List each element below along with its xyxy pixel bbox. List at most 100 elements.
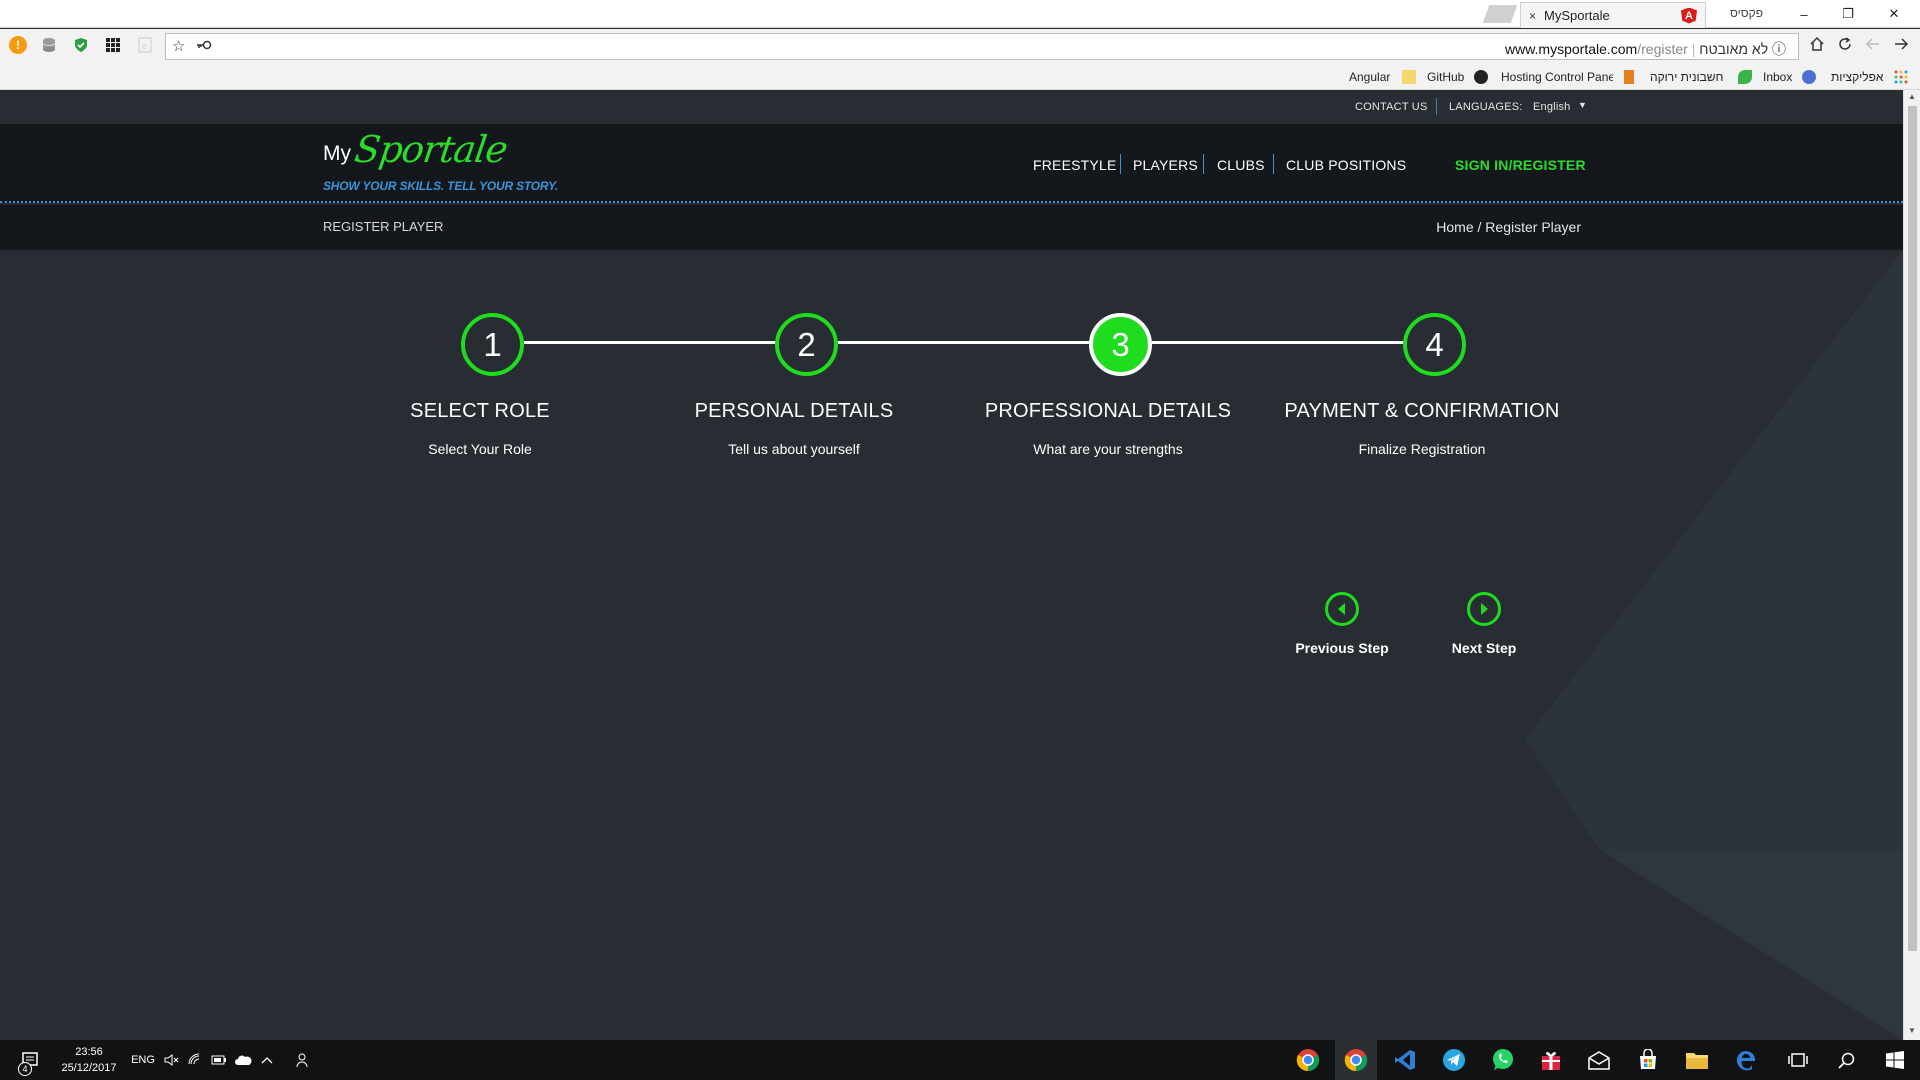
step-2-title: PERSONAL DETAILS bbox=[694, 400, 894, 422]
logo-my-text: My bbox=[323, 142, 351, 165]
nav-club-positions[interactable]: CLUB POSITIONS bbox=[1286, 157, 1406, 173]
contact-us-link[interactable]: CONTACT US bbox=[1355, 101, 1428, 113]
step-3-circle-active[interactable]: 3 bbox=[1089, 313, 1152, 376]
telegram-taskbar-icon[interactable] bbox=[1433, 1040, 1475, 1080]
battery-icon[interactable] bbox=[208, 1040, 230, 1080]
nav-freestyle[interactable]: FREESTYLE bbox=[1033, 157, 1117, 173]
vscode-taskbar-icon[interactable] bbox=[1384, 1040, 1426, 1080]
chrome-active-taskbar-icon[interactable] bbox=[1335, 1040, 1377, 1080]
chevron-left-icon[interactable] bbox=[1325, 592, 1359, 626]
bookmark-apps[interactable]: אפליקציות bbox=[1831, 70, 1883, 84]
show-hidden-icons-icon[interactable] bbox=[256, 1040, 278, 1080]
step-1-circle[interactable]: 1 bbox=[461, 313, 524, 376]
breadcrumb[interactable]: Home / Register Player bbox=[1436, 219, 1581, 235]
previous-step-button[interactable]: Previous Step bbox=[1262, 592, 1422, 656]
page-scrollbar[interactable]: ▲ ▼ bbox=[1903, 90, 1920, 1040]
grid-extension-icon[interactable] bbox=[104, 36, 122, 54]
step-4-subtitle: Finalize Registration bbox=[1358, 441, 1486, 457]
logo-sportale-text: Sportale bbox=[351, 128, 510, 171]
database-extension-icon[interactable] bbox=[40, 36, 58, 54]
scroll-up-icon[interactable]: ▲ bbox=[1908, 92, 1916, 101]
step-connector bbox=[524, 341, 776, 344]
scroll-down-icon[interactable]: ▼ bbox=[1908, 1026, 1916, 1035]
next-step-label[interactable]: Next Step bbox=[1404, 640, 1564, 656]
leaf-icon bbox=[1738, 70, 1752, 84]
bookmark-inbox[interactable]: Inbox bbox=[1763, 70, 1792, 84]
bookmark-angular[interactable]: Angular bbox=[1349, 70, 1390, 84]
url-text[interactable]: ⓘ לא מאובטח | www.mysportale.com/registe… bbox=[1505, 39, 1786, 59]
step-3-title: PROFESSIONAL DETAILS bbox=[984, 400, 1232, 422]
whatsapp-taskbar-icon[interactable] bbox=[1482, 1040, 1524, 1080]
windows-taskbar: 4 23:56 25/12/2017 ENG bbox=[0, 1040, 1920, 1080]
new-tab-button[interactable] bbox=[1482, 5, 1518, 23]
clock[interactable]: 23:56 25/12/2017 bbox=[54, 1044, 124, 1076]
address-bar[interactable]: ☆ ⓘ לא מאובטח | www.mysportale.com/regis… bbox=[165, 33, 1799, 60]
browser-tab-mysportale[interactable]: × MySportale A bbox=[1520, 2, 1706, 28]
input-language[interactable]: ENG bbox=[128, 1040, 158, 1080]
store-taskbar-icon[interactable] bbox=[1627, 1040, 1669, 1080]
bookmark-star-icon[interactable]: ☆ bbox=[172, 37, 185, 55]
action-center-icon[interactable]: 4 bbox=[10, 1040, 50, 1080]
close-window-button[interactable]: ✕ bbox=[1874, 3, 1914, 25]
notification-badge: 4 bbox=[18, 1062, 32, 1076]
next-step-button[interactable]: Next Step bbox=[1404, 592, 1564, 656]
step-connector bbox=[1152, 341, 1404, 344]
restore-button[interactable]: ❐ bbox=[1828, 3, 1868, 25]
step-4-circle[interactable]: 4 bbox=[1403, 313, 1466, 376]
logo-tagline: SHOW YOUR SKILLS. TELL YOUR STORY. bbox=[323, 179, 559, 193]
windows-start-icon[interactable] bbox=[1874, 1040, 1916, 1080]
wifi-icon[interactable] bbox=[184, 1040, 206, 1080]
bookmark-github[interactable]: GitHub bbox=[1427, 70, 1464, 84]
minimize-button[interactable]: – bbox=[1784, 3, 1824, 25]
people-icon[interactable] bbox=[290, 1040, 316, 1080]
mail-taskbar-icon[interactable] bbox=[1578, 1040, 1620, 1080]
language-select[interactable]: English bbox=[1533, 101, 1570, 113]
browser-toolbar: ! e ☆ ⓘ לא מאובטח | www.mysportale.com/r… bbox=[0, 29, 1920, 65]
angular-favicon-icon: A bbox=[1681, 7, 1697, 24]
forward-disabled-icon[interactable] bbox=[1865, 36, 1881, 57]
chevron-right-icon[interactable] bbox=[1467, 592, 1501, 626]
search-icon[interactable] bbox=[1827, 1040, 1867, 1080]
previous-step-label[interactable]: Previous Step bbox=[1262, 640, 1422, 656]
password-key-icon[interactable] bbox=[196, 38, 212, 53]
reload-icon[interactable] bbox=[1837, 36, 1853, 57]
nav-signin-register[interactable]: SIGN IN/REGISTER bbox=[1455, 157, 1586, 173]
github-icon bbox=[1474, 70, 1488, 84]
apps-grid-icon[interactable] bbox=[1894, 70, 1908, 84]
volume-muted-icon[interactable] bbox=[160, 1040, 182, 1080]
browser-profile-label[interactable]: פקסיס bbox=[1730, 6, 1763, 20]
step-2-circle[interactable]: 2 bbox=[775, 313, 838, 376]
chrome-taskbar-icon[interactable] bbox=[1287, 1040, 1329, 1080]
back-icon[interactable] bbox=[1893, 36, 1909, 57]
url-host: www.mysportale.com bbox=[1504, 41, 1638, 57]
home-icon[interactable] bbox=[1809, 36, 1825, 57]
bookmark-hosting[interactable]: Hosting Control Pane bbox=[1501, 70, 1613, 84]
warning-extension-icon[interactable]: ! bbox=[9, 36, 27, 54]
scrollbar-thumb[interactable] bbox=[1908, 106, 1917, 951]
language-dropdown-icon[interactable]: ▼ bbox=[1578, 100, 1587, 110]
info-icon[interactable]: ⓘ bbox=[1772, 41, 1786, 57]
register-content: 1 SELECT ROLE Select Your Role 2 PERSONA… bbox=[0, 250, 1903, 1040]
clock-time: 23:56 bbox=[75, 1046, 103, 1058]
inbox-icon bbox=[1802, 70, 1816, 84]
tab-close-icon[interactable]: × bbox=[1529, 9, 1536, 23]
step-3-subtitle: What are your strengths bbox=[1033, 441, 1183, 457]
url-path: /register bbox=[1637, 41, 1688, 57]
folder-icon bbox=[1402, 70, 1416, 84]
task-view-icon[interactable] bbox=[1778, 1040, 1818, 1080]
step-1-title: SELECT ROLE bbox=[410, 400, 550, 422]
breadcrumb-bar: REGISTER PLAYER Home / Register Player bbox=[0, 205, 1903, 250]
file-explorer-taskbar-icon[interactable] bbox=[1676, 1040, 1718, 1080]
nav-clubs[interactable]: CLUBS bbox=[1217, 157, 1265, 173]
nav-players[interactable]: PLAYERS bbox=[1133, 157, 1198, 173]
onedrive-cloud-icon[interactable] bbox=[232, 1040, 254, 1080]
step-2-subtitle: Tell us about yourself bbox=[728, 441, 860, 457]
step-connector bbox=[838, 341, 1090, 344]
page-title: REGISTER PLAYER bbox=[323, 219, 444, 234]
gift-taskbar-icon[interactable] bbox=[1530, 1040, 1572, 1080]
disabled-extension-icon[interactable]: e bbox=[136, 36, 154, 54]
edge-taskbar-icon[interactable] bbox=[1725, 1040, 1767, 1080]
shield-extension-icon[interactable] bbox=[72, 36, 90, 54]
clock-date: 25/12/2017 bbox=[61, 1062, 117, 1074]
bookmark-invoice[interactable]: חשבונית ירוקה bbox=[1650, 70, 1723, 84]
